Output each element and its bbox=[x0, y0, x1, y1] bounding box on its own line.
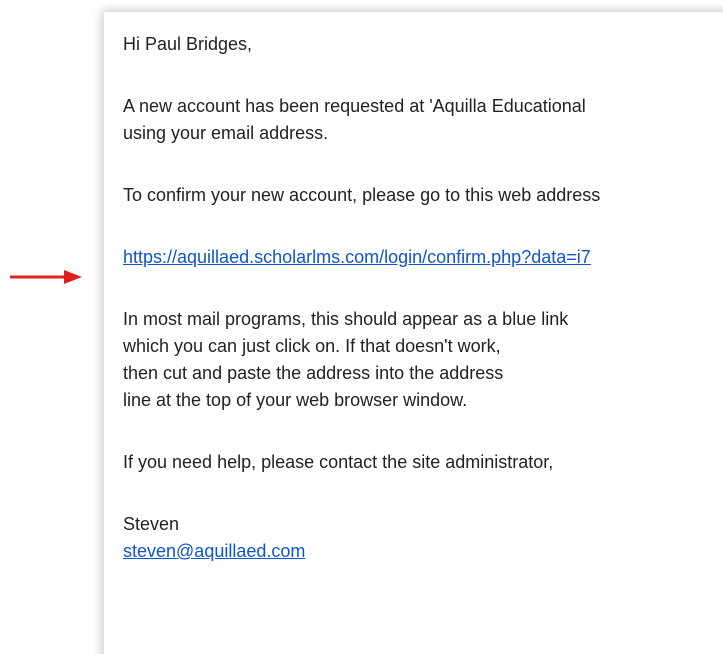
paragraph-contact-admin: If you need help, please contact the sit… bbox=[123, 452, 554, 472]
greeting: Hi Paul Bridges, bbox=[123, 34, 253, 54]
paragraph-help-line-3: then cut and paste the address into the … bbox=[123, 363, 504, 383]
paragraph-help-line-4: line at the top of your web browser wind… bbox=[123, 390, 468, 410]
email-message-panel: Hi Paul Bridges, A new account has been … bbox=[104, 12, 723, 654]
screenshot-stage: Hi Paul Bridges, A new account has been … bbox=[0, 0, 723, 654]
confirm-account-link[interactable]: https://aquillaed.scholarlms.com/login/c… bbox=[123, 244, 591, 271]
red-arrow-icon bbox=[10, 270, 82, 284]
paragraph-request-line-1: A new account has been requested at 'Aqu… bbox=[123, 96, 586, 116]
paragraph-confirm-instruction: To confirm your new account, please go t… bbox=[123, 185, 601, 205]
paragraph-request-line-2: using your email address. bbox=[123, 123, 329, 143]
paragraph-help-line-1: In most mail programs, this should appea… bbox=[123, 309, 569, 329]
paragraph-help-line-2: which you can just click on. If that doe… bbox=[123, 336, 501, 356]
signature-name: Steven bbox=[123, 514, 180, 534]
signature-email-link[interactable]: steven@aquillaed.com bbox=[123, 538, 305, 565]
